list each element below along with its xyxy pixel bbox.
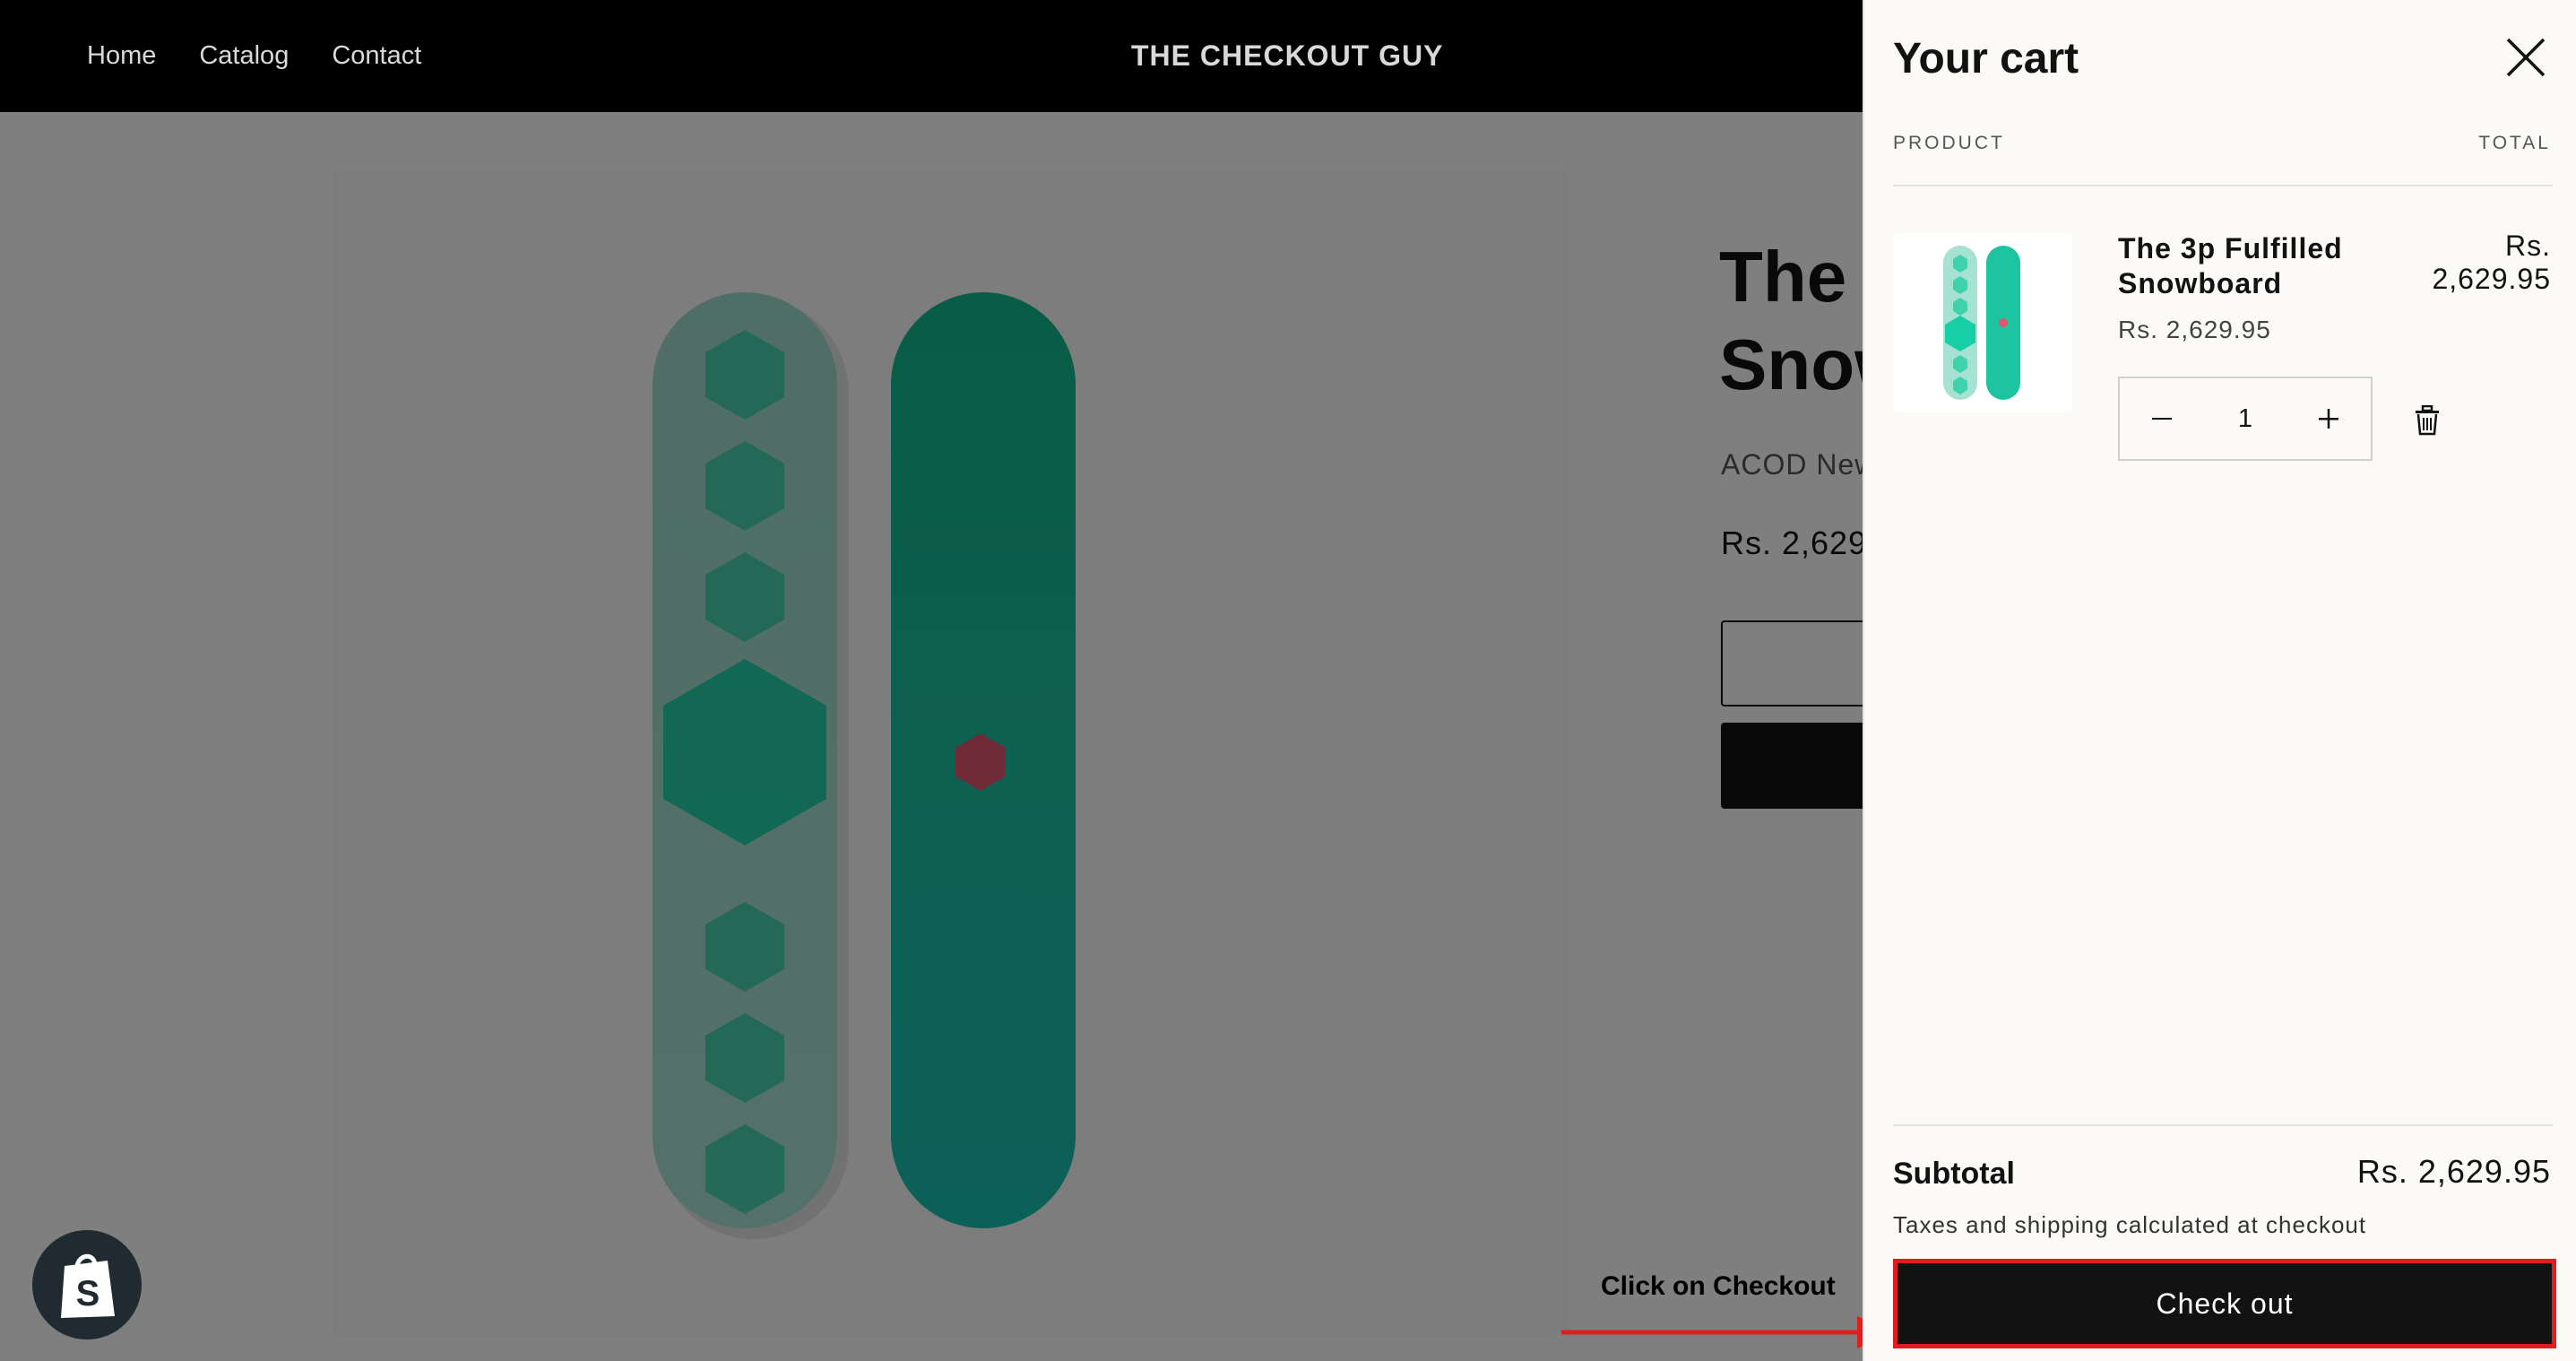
- total-column-header: TOTAL: [2478, 133, 2551, 153]
- cart-item-total-amount: 2,629.95: [2432, 263, 2551, 295]
- trash-icon[interactable]: [2413, 405, 2442, 436]
- snowboard-thumbnail: [1943, 246, 2020, 400]
- cart-item-name[interactable]: The 3p Fulfilled Snowboard: [2118, 231, 2387, 301]
- cart-item-total: Rs. 2,629.95: [2399, 230, 2551, 296]
- quantity-input[interactable]: 1: [2238, 404, 2252, 434]
- subtotal-value: Rs. 2,629.95: [2356, 1153, 2551, 1190]
- cart-item-image[interactable]: [1893, 233, 2072, 412]
- instruction-label: Click on Checkout: [1601, 1271, 1836, 1301]
- cart-item-unit-price: Rs. 2,629.95: [2118, 316, 2271, 343]
- close-icon[interactable]: [2499, 30, 2553, 84]
- increase-quantity-button[interactable]: [2286, 378, 2371, 459]
- minus-icon: [2152, 418, 2172, 420]
- product-column-header: PRODUCT: [1893, 133, 2005, 153]
- divider: [1893, 1124, 2553, 1126]
- arrow-right-icon: [1561, 1316, 1893, 1348]
- checkout-button[interactable]: Check out: [1893, 1259, 2556, 1348]
- divider: [1893, 185, 2553, 186]
- cart-drawer: Your cart PRODUCT TOTAL The 3p Fulfilled…: [1863, 0, 2576, 1361]
- shopify-logo: S: [61, 1253, 115, 1318]
- quantity-stepper: 1: [2118, 377, 2373, 461]
- plus-icon: [2318, 409, 2338, 429]
- subtotal-label: Subtotal: [1893, 1157, 2015, 1191]
- cart-item-total-currency: Rs.: [2505, 230, 2551, 262]
- cart-title: Your cart: [1893, 35, 2079, 82]
- shopify-bag-icon[interactable]: S: [32, 1230, 142, 1339]
- svg-text:S: S: [76, 1274, 100, 1313]
- decrease-quantity-button[interactable]: [2120, 378, 2204, 459]
- tax-note: Taxes and shipping calculated at checkou…: [1893, 1211, 2367, 1238]
